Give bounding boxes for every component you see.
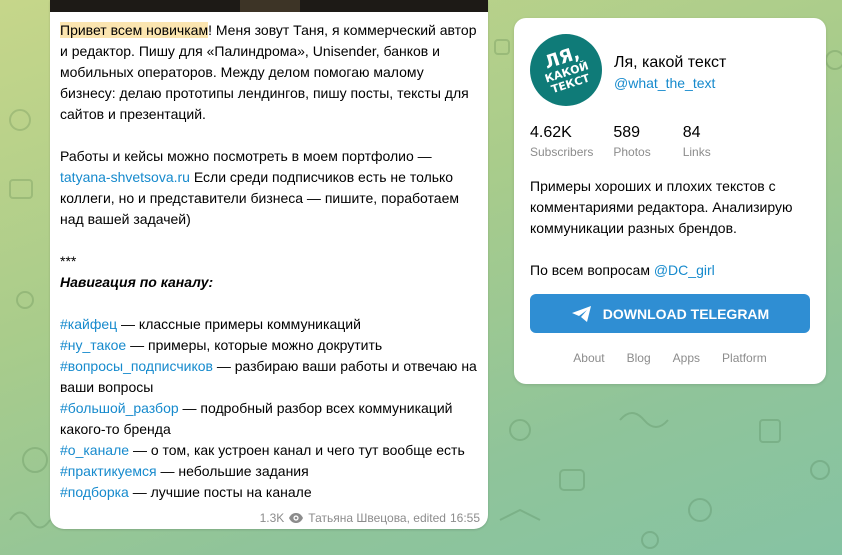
eye-icon [289, 513, 304, 523]
footer-link-blog[interactable]: Blog [627, 351, 651, 365]
stat-links: 84 Links [682, 124, 711, 159]
view-count: 1.3K [259, 511, 285, 525]
hashtag-link[interactable]: #большой_разбор [60, 400, 179, 416]
hashtag-link[interactable]: #практикуемся [60, 463, 157, 479]
author-edited: Татьяна Швецова, edited [308, 511, 446, 525]
download-label: DOWNLOAD TELEGRAM [602, 305, 770, 322]
hashtag-link[interactable]: #ну_такое [60, 337, 126, 353]
stat-subscribers: 4.62K Subscribers [530, 124, 594, 159]
hashtag-desc: — о том, как устроен канал и чего тут во… [129, 442, 465, 458]
channel-avatar[interactable]: ЛЯ, КАКОЙ ТЕКСТ [530, 34, 602, 106]
message-text: Привет всем новичкам! Меня зовут Таня, я… [60, 20, 480, 503]
message-bubble: Привет всем новичкам! Меня зовут Таня, я… [50, 0, 488, 529]
media-thumbnail [240, 0, 300, 12]
description-text: Примеры хороших и плохих текстов с комме… [530, 178, 793, 236]
channel-description: Примеры хороших и плохих текстов с комме… [530, 176, 815, 281]
message-meta: 1.3K Татьяна Швецова, edited 16:55 [260, 511, 480, 525]
hashtag-link[interactable]: #подборка [60, 484, 129, 500]
footer-link-about[interactable]: About [573, 351, 604, 365]
contact-text: По всем вопросам [530, 262, 654, 278]
hashtag-desc: — классные примеры коммуникаций [117, 316, 361, 332]
channel-stats: 4.62K Subscribers 589 Photos 84 Links [530, 123, 731, 161]
footer-links: About Blog Apps Platform [514, 351, 826, 365]
contact-link[interactable]: @DC_girl [654, 262, 715, 278]
channel-info-card: ЛЯ, КАКОЙ ТЕКСТ Ля, какой текст @what_th… [514, 18, 826, 384]
channel-handle-link[interactable]: @what_the_text [614, 75, 715, 91]
stat-photos: 589 Photos [613, 124, 651, 159]
hashtag-desc: — небольшие задания [156, 463, 309, 479]
hashtag-desc: — лучшие посты на канале [128, 484, 312, 500]
hashtag-link[interactable]: #о_канале [60, 442, 129, 458]
portfolio-text: Работы и кейсы можно посмотреть в моем п… [60, 148, 432, 164]
avatar-logo-text: ЛЯ, КАКОЙ ТЕКСТ [541, 42, 592, 97]
nav-title: Навигация по каналу: [60, 274, 214, 290]
hashtag-link[interactable]: #вопросы_подписчиков [60, 358, 213, 374]
highlighted-greeting: Привет всем новичкам [60, 22, 209, 38]
hashtag-link[interactable]: #кайфец [60, 316, 117, 332]
footer-link-platform[interactable]: Platform [722, 351, 767, 365]
download-telegram-button[interactable]: DOWNLOAD TELEGRAM [530, 294, 810, 333]
message-time: 16:55 [449, 511, 480, 525]
separator: *** [60, 253, 77, 269]
hashtag-desc: — примеры, которые можно докрутить [126, 337, 383, 353]
telegram-plane-icon [571, 305, 591, 322]
portfolio-link[interactable]: tatyana-shvetsova.ru [60, 169, 190, 185]
media-image-preview[interactable] [50, 0, 488, 12]
footer-link-apps[interactable]: Apps [673, 351, 700, 365]
channel-title: Ля, какой текст [614, 54, 727, 71]
